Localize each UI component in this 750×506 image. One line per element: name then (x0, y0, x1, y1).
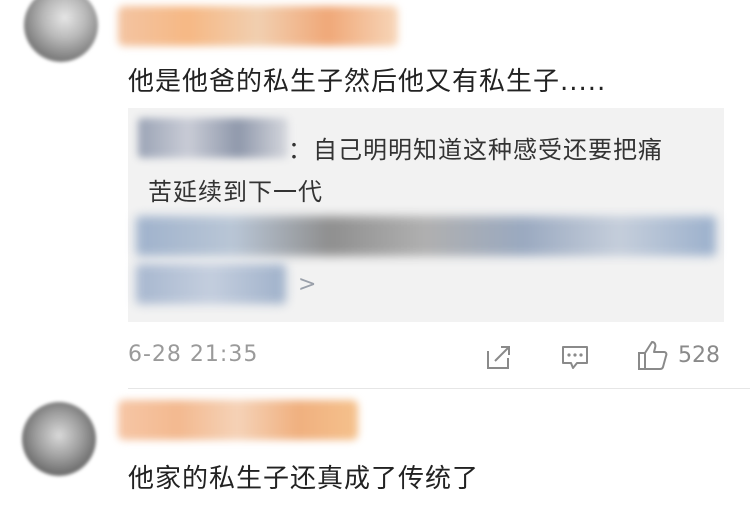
avatar[interactable] (22, 402, 96, 476)
timestamp: 6-28 21:35 (128, 342, 259, 367)
reply-more-chevron-icon[interactable]: > (298, 272, 317, 297)
comment-item: 他家的私生子还真成了传统了 (0, 388, 750, 506)
comment-button[interactable] (560, 342, 590, 372)
username-redacted[interactable] (118, 6, 398, 46)
comment-meta: 6-28 21:35 528 (0, 338, 750, 378)
reply-thread[interactable]: ：自己明明知道这种感受还要把痛 苦延续到下一代 > (128, 108, 724, 322)
share-icon (484, 342, 514, 372)
reply-preview-redacted (136, 216, 716, 256)
comment-item: 他是他爸的私生子然后他又有私生子..... ：自己明明知道这种感受还要把痛 苦延… (0, 0, 750, 388)
username-redacted[interactable] (118, 400, 358, 440)
like-button[interactable]: 528 (636, 338, 720, 372)
comment-icon (560, 342, 590, 372)
repost-button[interactable] (484, 342, 514, 372)
reply-author-redacted[interactable] (138, 118, 288, 158)
comment-text: 他家的私生子还真成了传统了 (128, 464, 480, 494)
thumbs-up-icon (636, 338, 670, 372)
reply-preview-redacted-2 (136, 264, 286, 304)
reply-text-line1: ：自己明明知道这种感受还要把痛 (288, 136, 663, 164)
like-count: 528 (678, 342, 720, 368)
reply-text-line2: 苦延续到下一代 (148, 178, 323, 206)
avatar[interactable] (24, 0, 98, 62)
comment-text: 他是他爸的私生子然后他又有私生子..... (128, 67, 607, 97)
